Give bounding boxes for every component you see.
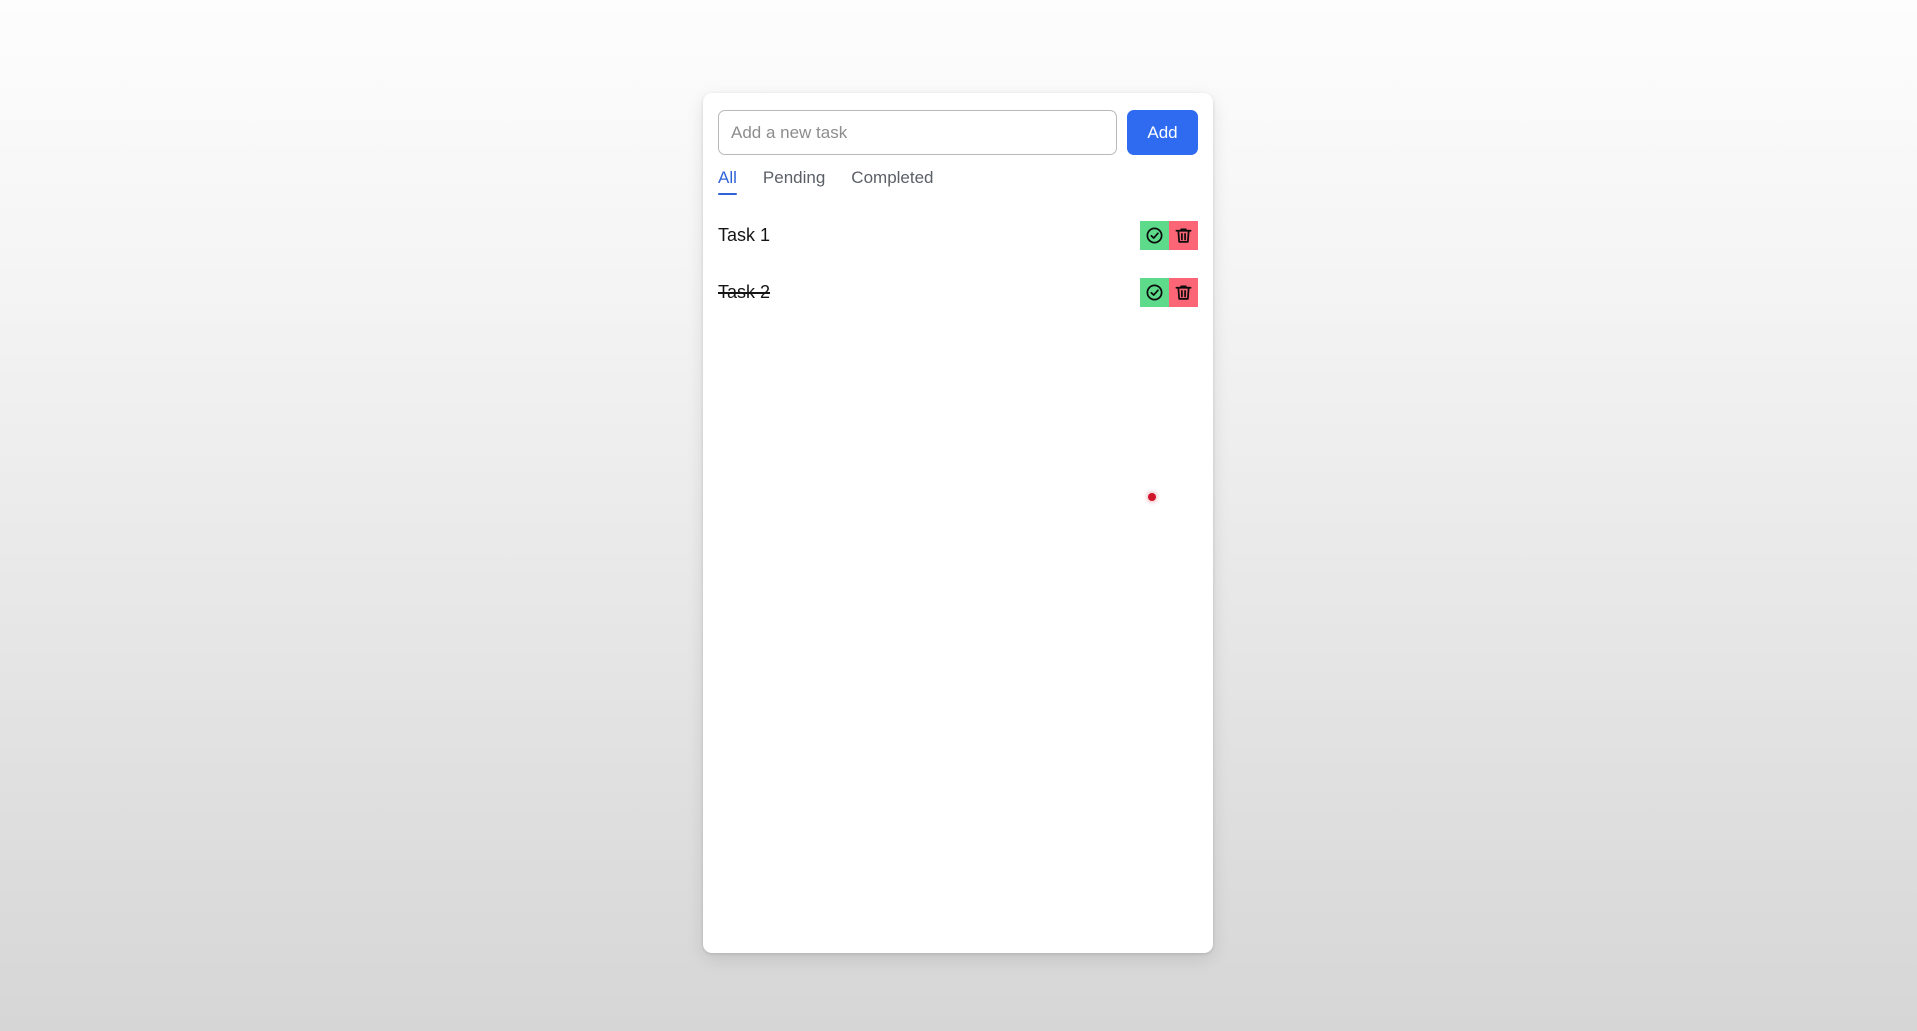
task-actions: [1140, 221, 1198, 250]
filter-tabs: All Pending Completed: [718, 168, 947, 195]
add-task-button[interactable]: Add: [1127, 110, 1198, 155]
tab-all-label: All: [718, 168, 737, 187]
task-row: Task 2: [703, 264, 1213, 321]
task-actions: [1140, 278, 1198, 307]
check-circle-icon: [1145, 283, 1164, 302]
trash-icon: [1174, 283, 1193, 302]
trash-icon: [1174, 226, 1193, 245]
tab-completed-label: Completed: [851, 168, 934, 187]
task-row: Task 1: [703, 207, 1213, 264]
delete-task-button[interactable]: [1169, 278, 1198, 307]
complete-task-button[interactable]: [1140, 278, 1169, 307]
add-task-form: Add: [718, 110, 1198, 155]
task-label: Task 2: [718, 282, 771, 302]
cursor-marker: [1148, 493, 1156, 501]
tab-pending[interactable]: Pending: [750, 168, 838, 195]
tab-completed[interactable]: Completed: [838, 168, 946, 195]
tab-active-underline: [718, 193, 737, 195]
task-label: Task 1: [718, 225, 771, 245]
tab-pending-label: Pending: [762, 168, 826, 187]
delete-task-button[interactable]: [1169, 221, 1198, 250]
tab-all[interactable]: All: [718, 168, 750, 195]
complete-task-button[interactable]: [1140, 221, 1169, 250]
task-app-card: Add All Pending Completed Task 1: [703, 93, 1213, 953]
task-list: Task 1 Task 2: [703, 207, 1213, 321]
new-task-input[interactable]: [718, 110, 1117, 155]
check-circle-icon: [1145, 226, 1164, 245]
